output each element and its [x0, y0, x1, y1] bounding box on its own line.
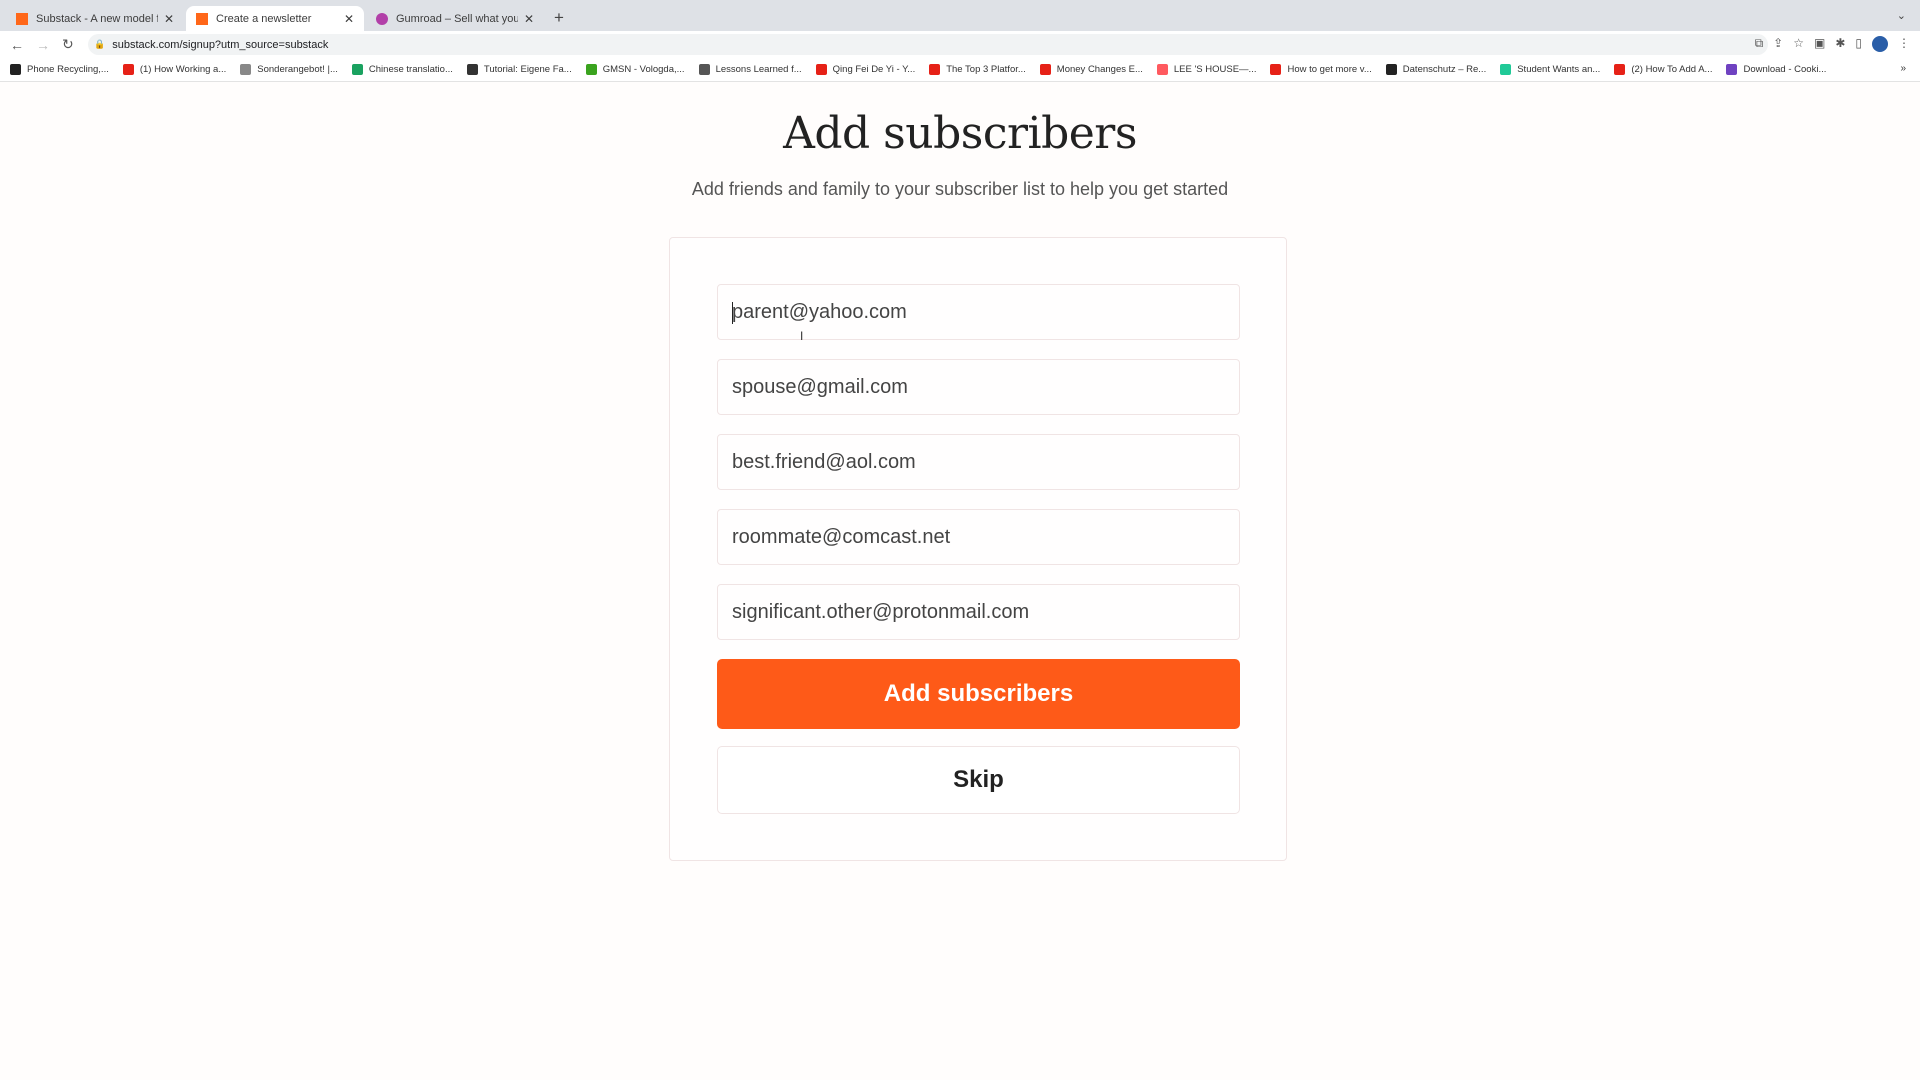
bookmark-item[interactable]: Download - Cooki...	[1726, 64, 1826, 75]
forward-icon[interactable]: →	[36, 37, 52, 53]
bookmark-favicon-icon	[351, 64, 363, 75]
bookmark-item[interactable]: The Top 3 Platfor...	[929, 64, 1026, 75]
bookmark-item[interactable]: Money Changes E...	[1039, 64, 1143, 75]
url-text: substack.com/signup?utm_source=substack	[112, 38, 329, 51]
bookmark-label: LEE 'S HOUSE—...	[1173, 64, 1257, 75]
close-icon[interactable]: ✕	[164, 12, 174, 26]
tab-search-chevron-icon[interactable]: ⌄	[1897, 9, 1906, 22]
lock-icon: 🔒	[94, 39, 106, 49]
tab-title: Substack - A new model for pu	[36, 12, 158, 25]
bookmark-favicon-icon	[240, 64, 252, 75]
bookmark-item[interactable]: (1) How Working a...	[122, 64, 227, 75]
bookmark-favicon-icon	[698, 64, 710, 75]
bookmark-label: Phone Recycling,...	[27, 64, 109, 75]
email-input-5[interactable]: significant.other@protonmail.com	[717, 584, 1240, 640]
bookmark-favicon-icon	[10, 64, 21, 75]
tab-gumroad[interactable]: Gumroad – Sell what you know ✕	[366, 6, 544, 31]
bookmark-item[interactable]: LEE 'S HOUSE—...	[1156, 64, 1257, 75]
page-title: Add subscribers	[783, 108, 1137, 159]
bookmark-item[interactable]: Student Wants an...	[1500, 64, 1600, 75]
email-value: best.friend@aol.com	[732, 450, 916, 473]
share-icon[interactable]: ⇪	[1773, 36, 1783, 52]
email-value: parent@yahoo.com	[732, 300, 907, 323]
bookmark-favicon-icon	[585, 64, 597, 75]
bookmark-item[interactable]: Chinese translatio...	[351, 64, 453, 75]
email-input-4[interactable]: roommate@comcast.net	[717, 509, 1240, 565]
bookmark-item[interactable]: Sonderangebot! |...	[240, 64, 338, 75]
bookmark-label: Download - Cooki...	[1743, 64, 1827, 75]
email-input-1[interactable]: parent@yahoo.com	[717, 284, 1240, 340]
reload-icon[interactable]: ↻	[62, 36, 78, 53]
bookmark-favicon-icon	[122, 64, 134, 75]
bookmark-item[interactable]: Lessons Learned f...	[698, 64, 802, 75]
bookmark-item[interactable]: (2) How To Add A...	[1614, 64, 1712, 75]
bookmark-favicon-icon	[1156, 64, 1168, 75]
gumroad-icon	[376, 12, 388, 25]
tab-title: Gumroad – Sell what you know	[396, 12, 518, 25]
star-icon[interactable]: ☆	[1793, 36, 1804, 52]
bookmark-label: Tutorial: Eigene Fa...	[483, 64, 572, 75]
bookmark-favicon-icon	[466, 64, 478, 75]
email-input-3[interactable]: best.friend@aol.com	[717, 434, 1240, 490]
email-input-2[interactable]: spouse@gmail.com	[717, 359, 1240, 415]
extensions-icon[interactable]: ✱	[1835, 36, 1845, 52]
bookmark-favicon-icon	[1500, 64, 1512, 75]
bookmark-label: Money Changes E...	[1056, 64, 1143, 75]
translate-icon[interactable]: ⧉	[1755, 36, 1764, 52]
bookmark-label: Chinese translatio...	[368, 64, 453, 75]
bookmark-item[interactable]: Phone Recycling,...	[10, 64, 109, 75]
bookmark-favicon-icon	[815, 64, 827, 75]
bookmark-item[interactable]: Qing Fei De Yi - Y...	[815, 64, 916, 75]
email-value: significant.other@protonmail.com	[732, 600, 1030, 623]
bookmark-favicon-icon	[1614, 64, 1626, 75]
facebook-extension-icon[interactable]: ▣	[1814, 36, 1825, 52]
close-icon[interactable]: ✕	[524, 12, 534, 26]
bookmark-item[interactable]: How to get more v...	[1270, 64, 1372, 75]
substack-icon	[196, 12, 208, 25]
email-value: spouse@gmail.com	[732, 375, 908, 398]
bookmark-label: How to get more v...	[1287, 64, 1372, 75]
bookmark-label: Student Wants an...	[1517, 64, 1601, 75]
bookmark-label: Sonderangebot! |...	[257, 64, 338, 75]
tab-substack[interactable]: Substack - A new model for pu ✕	[6, 6, 184, 31]
tab-bar: Substack - A new model for pu ✕ Create a…	[0, 0, 1920, 31]
bookmark-label: (2) How To Add A...	[1631, 64, 1713, 75]
email-value: roommate@comcast.net	[732, 525, 951, 548]
bookmark-label: (1) How Working a...	[139, 64, 227, 75]
bookmark-label: The Top 3 Platfor...	[946, 64, 1026, 75]
bookmark-favicon-icon	[1270, 64, 1282, 75]
skip-button[interactable]: Skip	[717, 746, 1240, 814]
add-subscribers-button[interactable]: Add subscribers	[717, 659, 1240, 729]
bookmark-label: GMSN - Vologda,...	[602, 64, 685, 75]
bookmark-favicon-icon	[929, 64, 941, 75]
page-subtitle: Add friends and family to your subscribe…	[691, 179, 1229, 199]
bookmark-favicon-icon	[1385, 64, 1397, 75]
bookmark-label: Qing Fei De Yi - Y...	[832, 64, 916, 75]
profile-avatar[interactable]	[1872, 36, 1888, 52]
back-icon[interactable]: ←	[10, 37, 26, 53]
text-cursor-icon: I	[800, 329, 804, 343]
substack-icon	[16, 12, 28, 25]
tab-create-newsletter[interactable]: Create a newsletter ✕	[186, 6, 364, 31]
bookmark-favicon-icon	[1726, 64, 1738, 75]
address-bar-row: ← → ↻ 🔒 substack.com/signup?utm_source=s…	[0, 31, 1920, 58]
bookmark-item[interactable]: GMSN - Vologda,...	[585, 64, 685, 75]
bookmark-item[interactable]: Datenschutz – Re...	[1385, 64, 1487, 75]
bookmark-label: Lessons Learned f...	[715, 64, 802, 75]
more-bookmarks-button[interactable]: »	[1900, 63, 1906, 74]
close-icon[interactable]: ✕	[344, 12, 354, 26]
bookmark-item[interactable]: Tutorial: Eigene Fa...	[466, 64, 572, 75]
bookmark-favicon-icon	[1039, 64, 1051, 75]
new-tab-button[interactable]: +	[554, 8, 564, 28]
subscriber-form: parent@yahoo.com spouse@gmail.com best.f…	[669, 237, 1287, 861]
bookmarks-bar: Phone Recycling,... (1) How Working a... S…	[0, 58, 1920, 82]
url-field[interactable]: 🔒 substack.com/signup?utm_source=substac…	[88, 34, 1768, 55]
side-panel-icon[interactable]: ▯	[1855, 36, 1862, 52]
bookmark-label: Datenschutz – Re...	[1402, 64, 1487, 75]
tab-title: Create a newsletter	[216, 12, 312, 25]
menu-icon[interactable]: ⋮	[1898, 36, 1910, 52]
text-caret	[732, 302, 733, 324]
